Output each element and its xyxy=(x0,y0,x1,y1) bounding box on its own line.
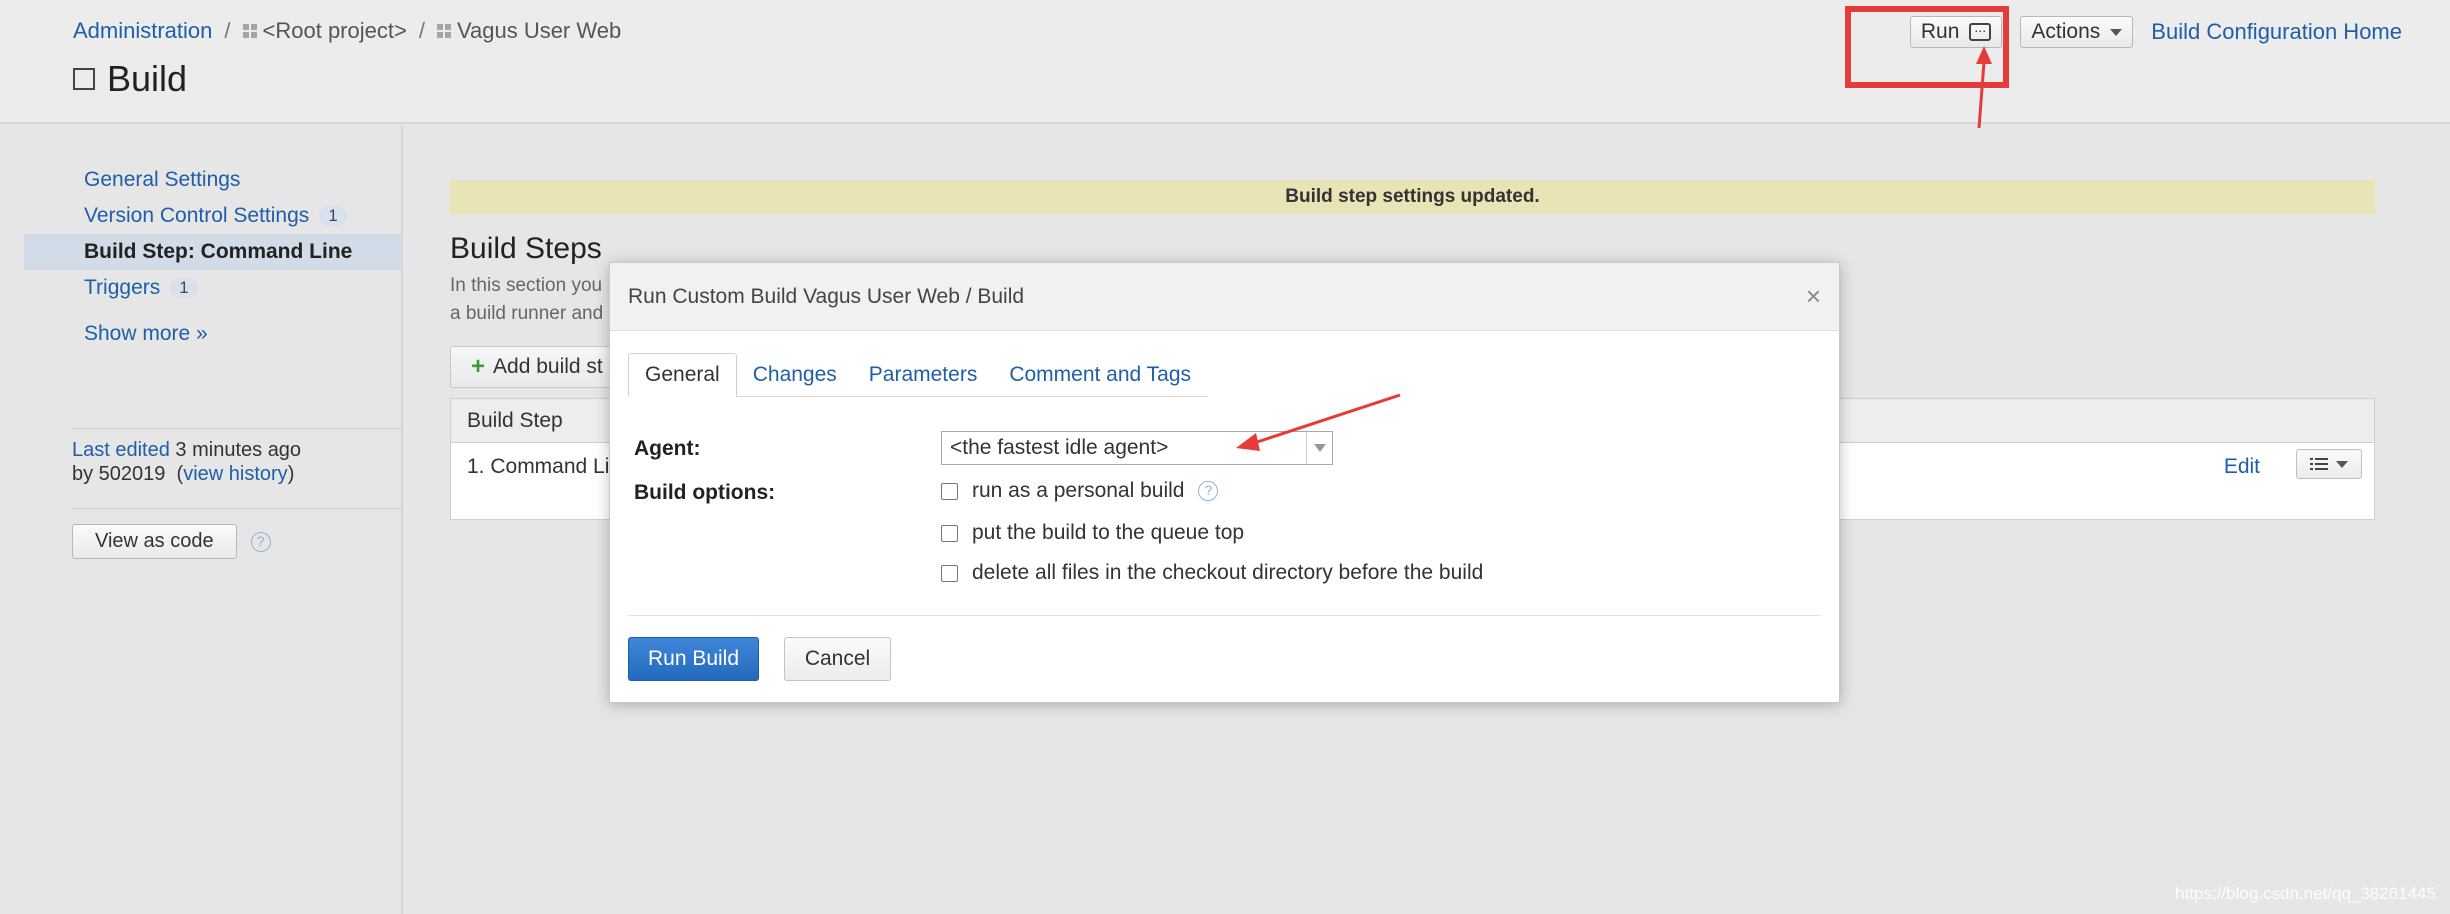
option-label: delete all files in the checkout directo… xyxy=(972,561,1484,584)
add-build-step-label: Add build st xyxy=(493,355,603,378)
build-config-icon xyxy=(73,68,95,90)
project-icon xyxy=(242,24,257,38)
last-edited-time: 3 minutes ago xyxy=(175,439,302,461)
view-history-link[interactable]: view history xyxy=(183,463,287,485)
actions-label: Actions xyxy=(2031,20,2101,43)
run-custom-build-dialog: Run Custom Build Vagus User Web / Build … xyxy=(609,262,1840,703)
breadcrumb-administration[interactable]: Administration xyxy=(73,18,212,44)
agent-select[interactable]: <the fastest idle agent> xyxy=(941,431,1333,465)
tab-parameters[interactable]: Parameters xyxy=(853,353,994,396)
build-step-name: 1. Command Lin xyxy=(467,455,622,478)
personal-build-checkbox[interactable] xyxy=(941,482,958,500)
sidebar-item-label: Build Step: Command Line xyxy=(84,240,353,263)
count-badge: 1 xyxy=(319,206,347,226)
step-actions-menu-button[interactable] xyxy=(2296,449,2362,479)
page-header: Administration / <Root project> / Vagus … xyxy=(0,0,2450,124)
edit-step-link[interactable]: Edit xyxy=(2224,455,2260,479)
option-label: run as a personal build xyxy=(972,479,1185,502)
dropdown-toggle[interactable] xyxy=(1306,432,1332,464)
sidebar-divider xyxy=(72,508,402,509)
dialog-tabs: General Changes Parameters Comment and T… xyxy=(628,353,1208,397)
chevron-down-icon xyxy=(2110,28,2123,36)
breadcrumb-separator: / xyxy=(224,18,231,43)
sidebar: General Settings Version Control Setting… xyxy=(0,126,403,914)
tab-comment-and-tags[interactable]: Comment and Tags xyxy=(993,353,1207,396)
breadcrumb-root-project[interactable]: <Root project> xyxy=(263,18,407,44)
section-title: Build Steps xyxy=(450,232,602,265)
sidebar-item-general-settings[interactable]: General Settings xyxy=(24,162,402,198)
breadcrumb: Administration / <Root project> / Vagus … xyxy=(73,18,621,44)
last-edited-info: Last edited 3 minutes ago by 502019 (vie… xyxy=(72,438,301,486)
agent-select-value: <the fastest idle agent> xyxy=(950,436,1169,459)
section-description-line: a build runner and xyxy=(450,303,604,324)
sidebar-item-build-step[interactable]: Build Step: Command Line xyxy=(24,234,402,270)
dialog-header: Run Custom Build Vagus User Web / Build … xyxy=(610,263,1839,331)
column-header-build-step: Build Step xyxy=(467,408,563,432)
agent-label: Agent: xyxy=(634,437,701,460)
view-as-code-row: View as code ? xyxy=(72,524,271,559)
option-label: put the build to the queue top xyxy=(972,521,1245,544)
last-edited-by: by 502019 xyxy=(72,463,166,485)
sidebar-item-label: General Settings xyxy=(84,168,241,191)
clean-checkout-checkbox[interactable] xyxy=(941,564,958,582)
breadcrumb-vagus-user-web[interactable]: Vagus User Web xyxy=(457,18,621,44)
cancel-button[interactable]: Cancel xyxy=(784,637,891,681)
help-icon[interactable]: ? xyxy=(1198,481,1219,501)
view-as-code-button[interactable]: View as code xyxy=(72,524,237,559)
sidebar-item-label: Triggers xyxy=(84,276,161,299)
last-edited-link[interactable]: Last edited xyxy=(72,439,170,461)
list-icon xyxy=(2310,458,2328,470)
show-more-label: Show more » xyxy=(84,322,208,345)
sidebar-item-version-control[interactable]: Version Control Settings 1 xyxy=(24,198,402,234)
flash-message: Build step settings updated. xyxy=(450,180,2375,214)
tab-changes[interactable]: Changes xyxy=(737,353,853,396)
page-title-text: Build xyxy=(107,58,188,99)
chevron-down-icon xyxy=(1313,444,1326,452)
sidebar-divider xyxy=(72,428,402,429)
build-options-label: Build options: xyxy=(634,481,776,504)
breadcrumb-separator: / xyxy=(418,18,425,43)
paren-close: ) xyxy=(287,463,295,485)
help-icon[interactable]: ? xyxy=(250,531,271,552)
plus-icon: + xyxy=(471,353,486,380)
tab-general[interactable]: General xyxy=(628,353,737,397)
show-more-link[interactable]: Show more » xyxy=(24,316,402,352)
sidebar-item-triggers[interactable]: Triggers 1 xyxy=(24,270,402,306)
count-badge: 1 xyxy=(170,278,198,298)
watermark: https://blog.csdn.net/qq_38261445 xyxy=(2175,884,2436,903)
dialog-title: Run Custom Build Vagus User Web / Build xyxy=(628,284,1025,308)
option-queue-top: put the build to the queue top xyxy=(941,521,1244,545)
add-build-step-button[interactable]: + Add build st xyxy=(450,346,620,388)
annotation-highlight-box xyxy=(1845,6,2009,88)
section-description: In this section you a build runner and xyxy=(450,272,610,328)
chevron-down-icon xyxy=(2336,460,2348,468)
close-icon[interactable]: × xyxy=(1806,281,1821,312)
run-build-button[interactable]: Run Build xyxy=(628,637,759,681)
section-description-line: In this section you xyxy=(450,275,603,296)
option-clean-checkout: delete all files in the checkout directo… xyxy=(941,561,1483,585)
sidebar-item-label: Version Control Settings xyxy=(84,204,310,227)
project-icon xyxy=(436,24,451,38)
paren-open: ( xyxy=(170,463,184,485)
dialog-divider xyxy=(628,615,1821,616)
page-title: Build xyxy=(73,58,187,100)
actions-dropdown[interactable]: Actions xyxy=(2020,16,2134,48)
queue-top-checkbox[interactable] xyxy=(941,524,958,542)
option-personal-build: run as a personal build ? xyxy=(941,479,1219,503)
build-configuration-home-link[interactable]: Build Configuration Home xyxy=(2151,19,2402,45)
